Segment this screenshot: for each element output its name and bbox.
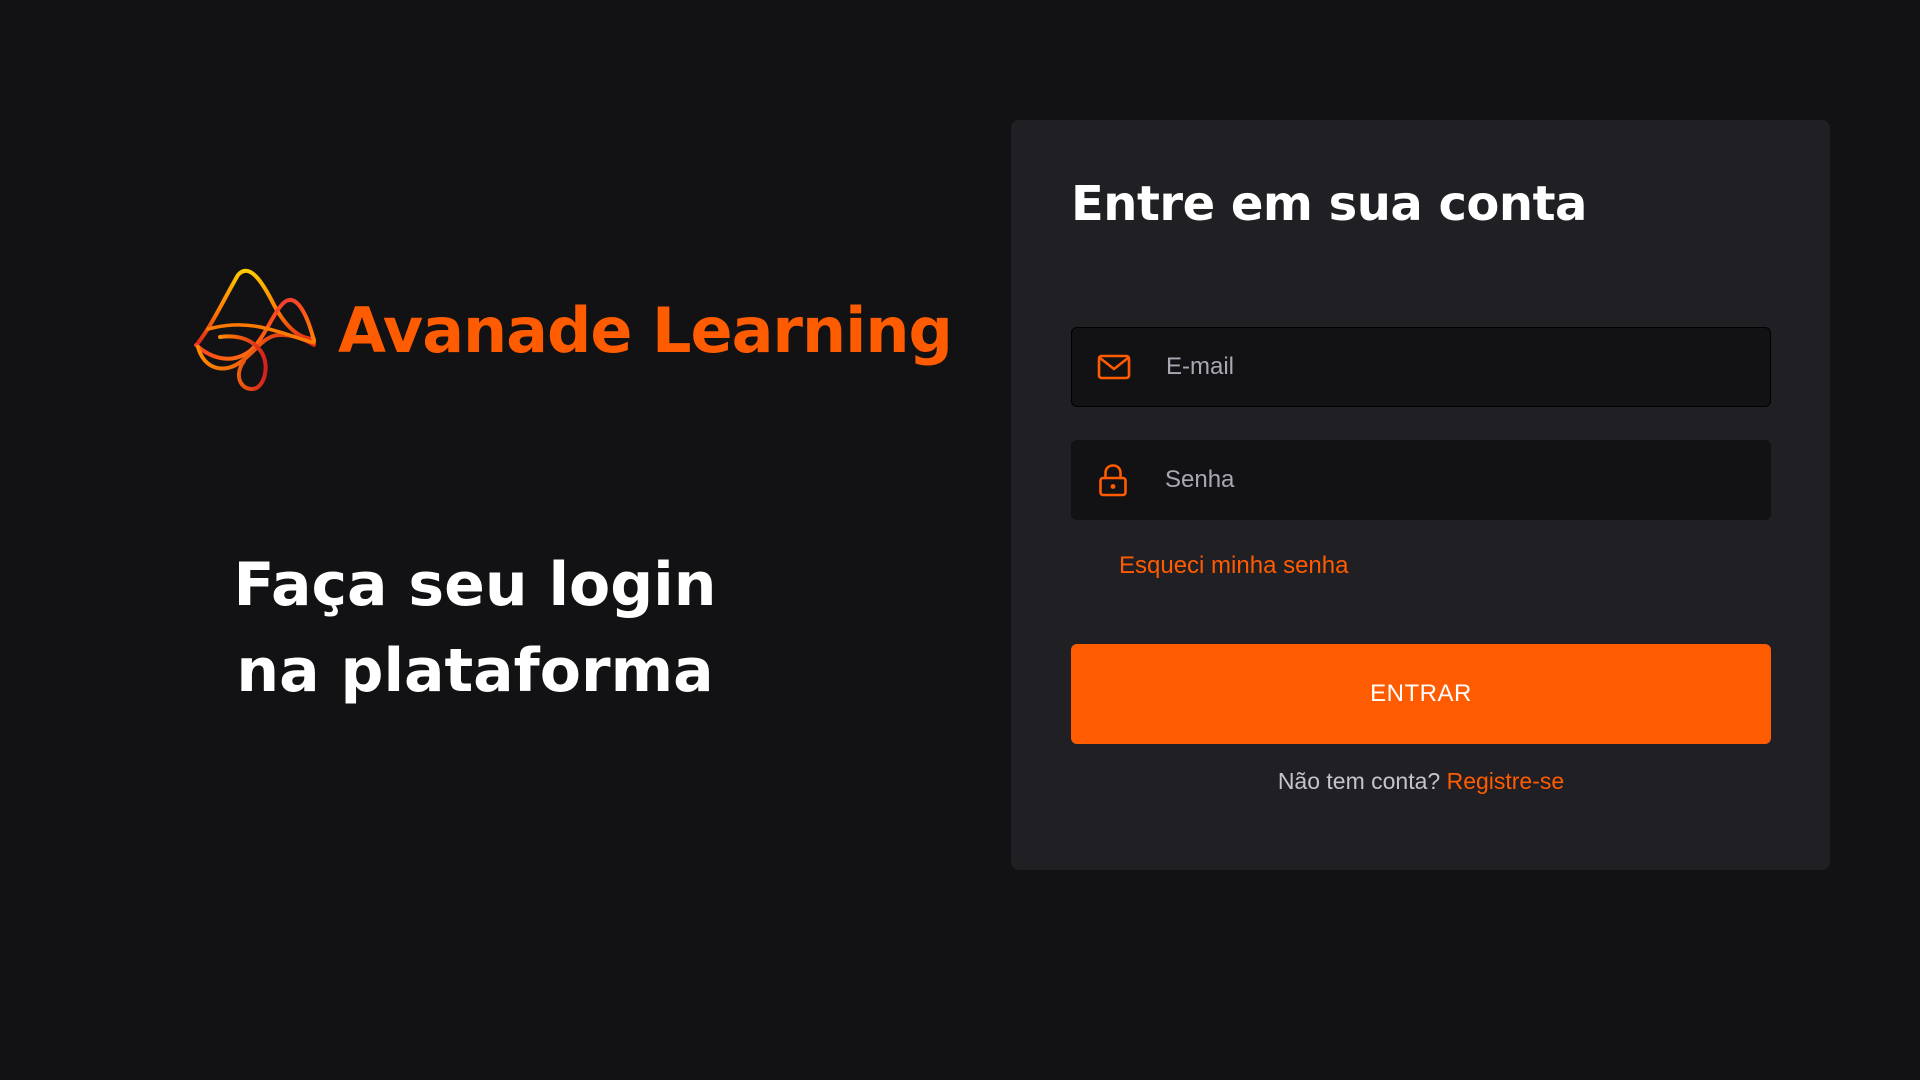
password-field[interactable] xyxy=(1071,440,1771,520)
hero-tagline-line-2: na plataforma xyxy=(236,636,714,707)
email-field[interactable] xyxy=(1071,327,1771,407)
login-submit-button[interactable]: ENTRAR xyxy=(1071,644,1771,744)
hero-tagline: Faça seu login na plataforma xyxy=(190,542,760,714)
brand: Avanade Learning xyxy=(190,260,953,400)
avanade-wave-logo-icon xyxy=(194,268,316,392)
hero-tagline-line-1: Faça seu login xyxy=(233,550,717,621)
login-page: Avanade Learning Faça seu login na plata… xyxy=(0,0,1920,1080)
register-link[interactable]: Registre-se xyxy=(1447,768,1565,794)
password-input[interactable] xyxy=(1163,465,1747,495)
login-card-title: Entre em sua conta xyxy=(1071,176,1587,232)
login-card: Entre em sua conta Esqueci minha senha E… xyxy=(1011,120,1830,870)
forgot-password-link[interactable]: Esqueci minha senha xyxy=(1119,552,1348,580)
mail-icon xyxy=(1097,354,1131,380)
lock-icon xyxy=(1099,464,1127,497)
register-prompt: Não tem conta? Registre-se xyxy=(1071,768,1771,795)
email-input[interactable] xyxy=(1164,352,1746,382)
hero-section: Avanade Learning Faça seu login na plata… xyxy=(190,260,953,706)
no-account-text: Não tem conta? xyxy=(1277,768,1441,794)
brand-name: Avanade Learning xyxy=(338,293,953,367)
